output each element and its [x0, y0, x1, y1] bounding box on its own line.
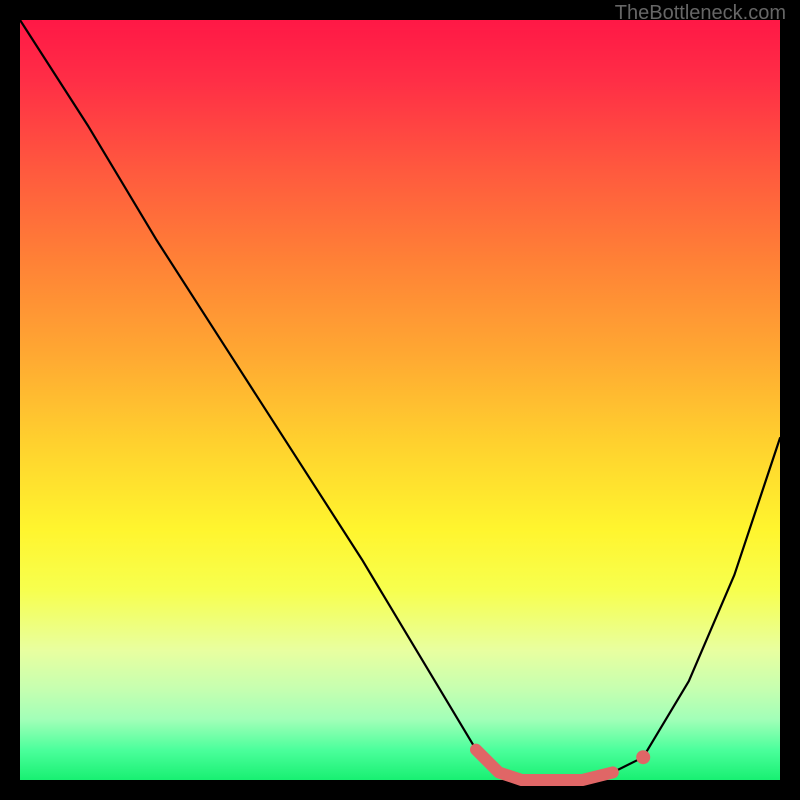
highlight-dot-point [636, 750, 650, 764]
plot-area [20, 20, 780, 780]
highlight-segment-line [476, 750, 613, 780]
bottleneck-curve-line [20, 20, 780, 780]
chart-container: TheBottleneck.com [0, 0, 800, 800]
watermark-text: TheBottleneck.com [615, 2, 786, 25]
chart-svg [20, 20, 780, 780]
